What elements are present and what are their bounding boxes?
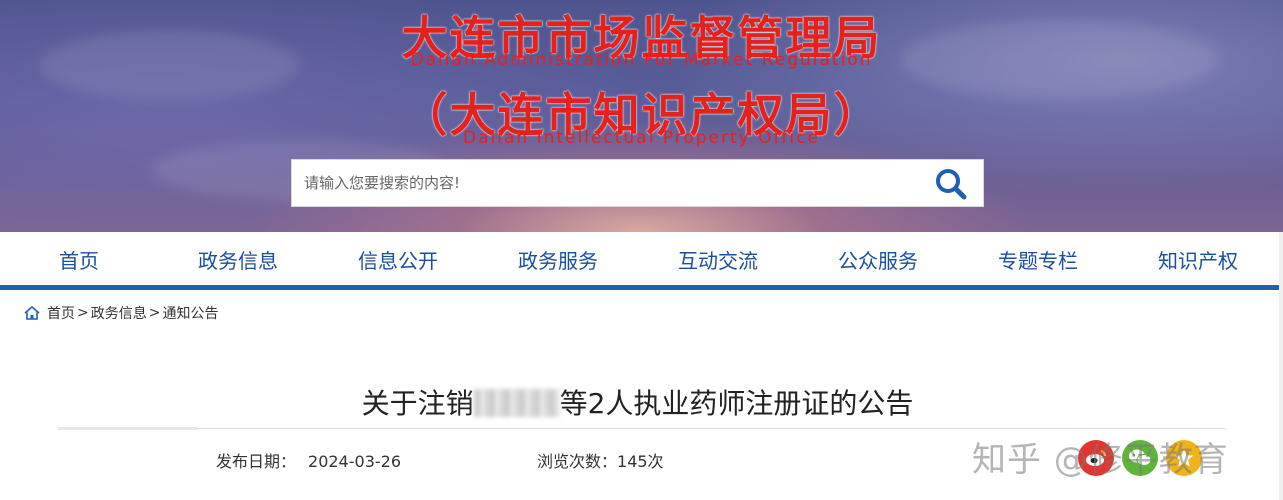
redacted-name: [473, 389, 560, 417]
article-title: 关于注销 等2人执业药师注册证的公告: [0, 382, 1275, 422]
search-input[interactable]: [292, 160, 912, 206]
title-divider: [58, 427, 1226, 430]
nav-item-public-services[interactable]: 公众服务: [798, 232, 958, 286]
site-title-en: Dalian Administration For Market Regulat…: [410, 50, 873, 70]
breadcrumb-home[interactable]: 首页: [47, 303, 75, 323]
nav-item-government-info[interactable]: 政务信息: [158, 232, 318, 286]
breadcrumb-government-info[interactable]: 政务信息: [91, 303, 147, 323]
nav-item-home[interactable]: 首页: [0, 232, 158, 286]
breadcrumb-separator: >: [148, 305, 161, 321]
nav-item-interaction[interactable]: 互动交流: [638, 232, 798, 286]
publish-date-label: 发布日期：: [216, 452, 297, 471]
publish-date-meta: 发布日期： 2024-03-26: [216, 448, 401, 472]
breadcrumb: 首页 > 政务信息 > 通知公告: [24, 304, 218, 322]
nav-item-special-topics[interactable]: 专题专栏: [958, 232, 1118, 286]
article-title-suffix: 等2人执业药师注册证的公告: [559, 387, 914, 420]
search-box: [291, 159, 984, 207]
nav-item-government-services[interactable]: 政务服务: [478, 232, 638, 286]
article-title-prefix: 关于注销: [361, 387, 474, 420]
main-nav: 首页 政务信息 信息公开 政务服务 互动交流 公众服务 专题专栏 知识产权: [0, 232, 1283, 286]
nav-underline-bar: [0, 285, 1283, 290]
views-meta: 浏览次数：145次: [537, 448, 664, 472]
nav-item-intellectual-property[interactable]: 知识产权: [1118, 232, 1278, 286]
scrollbar[interactable]: [1279, 232, 1283, 500]
breadcrumb-notices[interactable]: 通知公告: [162, 303, 218, 323]
nav-item-info-disclosure[interactable]: 信息公开: [318, 232, 478, 286]
search-button[interactable]: [933, 167, 969, 201]
site-subtitle-en: Dalian Intellectual Property Office: [463, 128, 820, 148]
views-count: 145次: [617, 452, 664, 471]
breadcrumb-separator: >: [77, 305, 89, 321]
home-icon: [24, 306, 40, 320]
search-icon: [936, 169, 967, 200]
header-banner: 大连市市场监督管理局 Dalian Administration For Mar…: [0, 0, 1283, 232]
publish-date-value: 2024-03-26: [308, 452, 401, 471]
views-label: 浏览次数：: [537, 452, 618, 471]
zhihu-watermark: 知乎 @修平教育: [972, 440, 1229, 480]
